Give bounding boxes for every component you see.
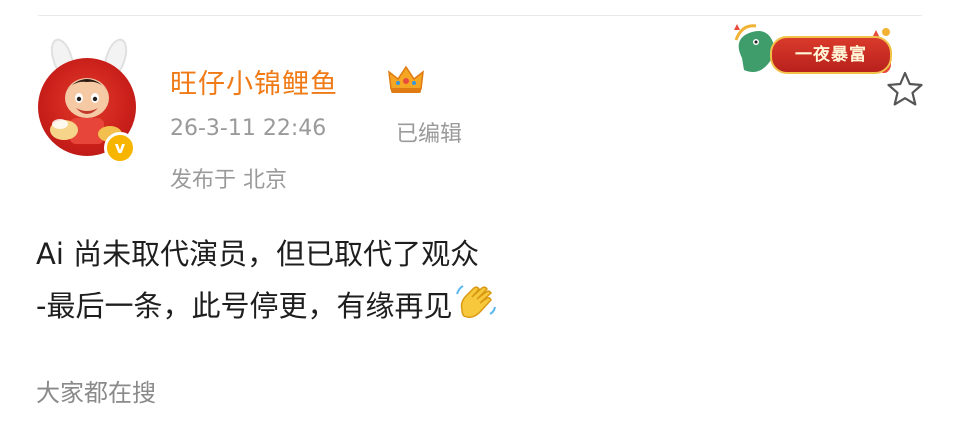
crown-icon xyxy=(388,65,424,93)
edited-label[interactable]: 已编辑 xyxy=(396,116,462,148)
waving-hand-icon xyxy=(456,285,497,319)
top-divider xyxy=(38,15,922,16)
post-line-2: -最后一条，此号停更，有缘再见 xyxy=(36,289,453,323)
post-content: Ai 尚未取代演员，但已取代了观众 -最后一条，此号停更，有缘再见 xyxy=(36,228,498,332)
post-timestamp: 26-3-11 22:46 xyxy=(170,116,327,141)
author-name[interactable]: 旺仔小锦鲤鱼 xyxy=(170,62,338,101)
author-avatar[interactable]: v xyxy=(34,35,140,164)
fan-badge[interactable]: 一夜暴富 xyxy=(722,18,902,84)
post-line-1: Ai 尚未取代演员，但已取代了观众 xyxy=(36,237,480,271)
verified-badge-icon: v xyxy=(104,132,136,164)
post-location: 发布于 北京 xyxy=(170,168,287,193)
trending-searches[interactable]: 大家都在搜 xyxy=(36,373,156,408)
favorite-star-icon[interactable] xyxy=(886,70,924,108)
badge-label: 一夜暴富 xyxy=(770,36,892,74)
post-line-2-wrap: -最后一条，此号停更，有缘再见 xyxy=(36,280,498,332)
